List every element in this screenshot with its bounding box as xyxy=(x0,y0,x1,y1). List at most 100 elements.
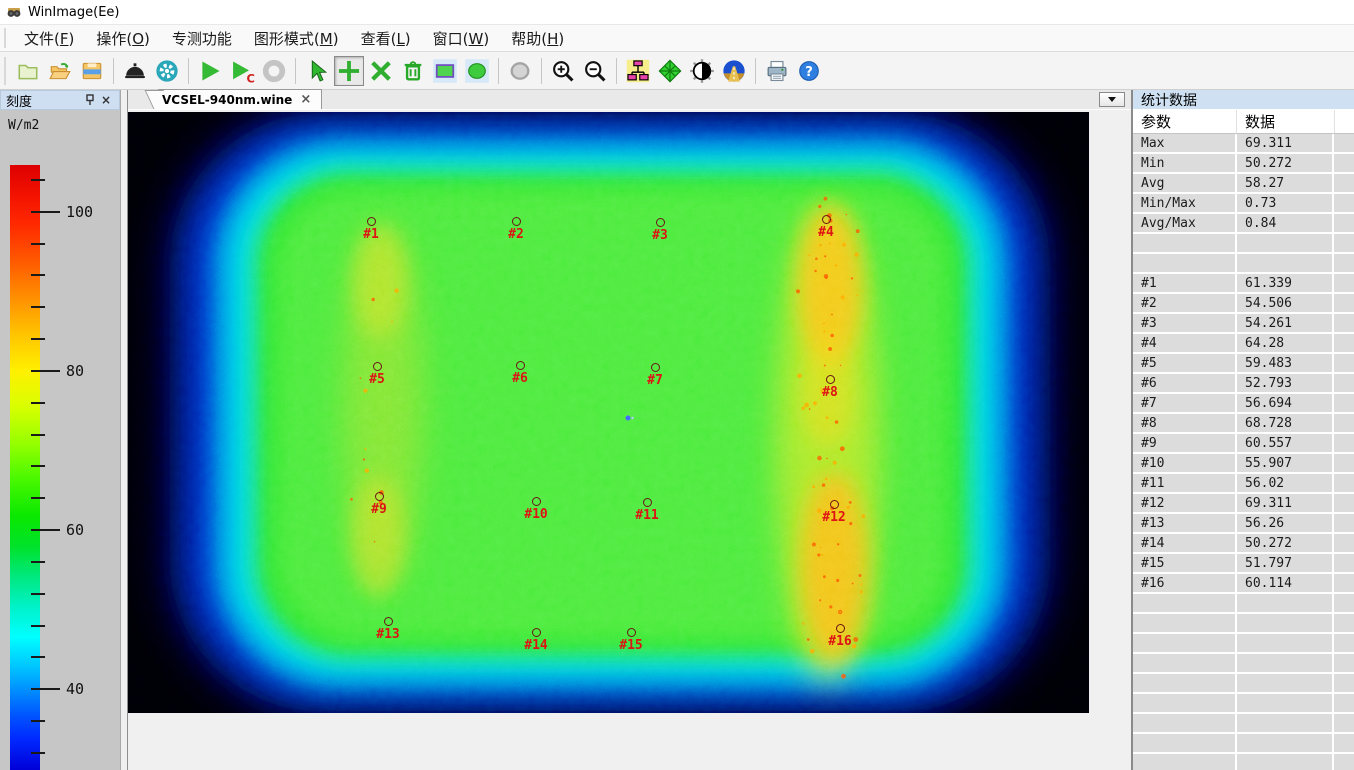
menu-item[interactable]: 帮助(H) xyxy=(500,28,575,49)
stats-value: 68.728 xyxy=(1245,416,1292,431)
panel-splitter[interactable] xyxy=(120,90,128,770)
measure-point-circle[interactable] xyxy=(367,217,376,226)
zoom-out-button[interactable] xyxy=(580,56,610,86)
stats-row xyxy=(1133,634,1354,654)
menu-bar: 文件(F)操作(O)专测功能图形模式(M)查看(L)窗口(W)帮助(H) xyxy=(0,24,1354,52)
stats-value: 56.694 xyxy=(1245,396,1292,411)
stats-value: 64.28 xyxy=(1245,336,1284,351)
menu-item[interactable]: 文件(F) xyxy=(13,28,85,49)
stop-button[interactable] xyxy=(259,56,289,86)
measure-point-circle[interactable] xyxy=(826,375,835,384)
measure-point-circle[interactable] xyxy=(656,218,665,227)
scale-tick xyxy=(31,529,60,531)
zoom-in-button[interactable] xyxy=(548,56,578,86)
add-point-icon xyxy=(336,58,362,84)
stats-value: 61.339 xyxy=(1245,276,1292,291)
measure-point-circle[interactable] xyxy=(532,497,541,506)
stats-row: #1551.797 xyxy=(1133,554,1354,574)
measure-point-circle[interactable] xyxy=(373,362,382,371)
tab-list-dropdown-button[interactable] xyxy=(1099,92,1125,107)
measure-point-circle[interactable] xyxy=(651,363,660,372)
stats-param: #7 xyxy=(1141,396,1157,411)
run-play-button[interactable] xyxy=(195,56,225,86)
measure-point-circle[interactable] xyxy=(836,624,845,633)
ellipse-roi-disabled-button[interactable] xyxy=(505,56,535,86)
stats-row xyxy=(1133,694,1354,714)
help-button[interactable]: ? xyxy=(794,56,824,86)
run-continuous-button[interactable]: C xyxy=(227,56,257,86)
toolbar: C xyxy=(0,52,1354,90)
clear-trash-button[interactable] xyxy=(398,56,428,86)
menu-item[interactable]: 窗口(W) xyxy=(422,28,501,49)
stats-column-header: 参数 数据 xyxy=(1133,110,1354,134)
scale-tick xyxy=(31,338,45,340)
open-file-button[interactable] xyxy=(45,56,75,86)
print-icon xyxy=(764,58,790,84)
window-title: WinImage(Ee) xyxy=(28,5,120,20)
scale-tick-label: 60 xyxy=(66,521,84,539)
tab-close-icon[interactable]: × xyxy=(300,93,311,106)
stats-row: #464.28 xyxy=(1133,334,1354,354)
beam-image[interactable]: #1#2#3#4#5#6#7#8#9#10#11#12#13#14#15#16 xyxy=(128,112,1089,713)
stats-row xyxy=(1133,234,1354,254)
stats-rows: Max69.311Min50.272Avg58.27Min/Max0.73Avg… xyxy=(1133,134,1354,770)
menu-item[interactable]: 查看(L) xyxy=(350,28,422,49)
run-continuous-icon: C xyxy=(228,57,256,85)
help-icon: ? xyxy=(797,59,821,83)
contrast-icon xyxy=(689,58,715,84)
new-file-button[interactable] xyxy=(13,56,43,86)
measure-point-circle[interactable] xyxy=(532,628,541,637)
rect-roi-button[interactable] xyxy=(430,56,460,86)
close-icon[interactable]: × xyxy=(98,93,114,107)
stats-row: #1450.272 xyxy=(1133,534,1354,554)
capture-dome-button[interactable] xyxy=(120,56,150,86)
settings-gear-button[interactable] xyxy=(152,56,182,86)
contrast-button[interactable] xyxy=(687,56,717,86)
menu-item[interactable]: 专测功能 xyxy=(161,28,243,49)
measure-point-circle[interactable] xyxy=(384,617,393,626)
stats-row: #652.793 xyxy=(1133,374,1354,394)
stats-value: 50.272 xyxy=(1245,156,1292,171)
measure-point-circle[interactable] xyxy=(516,361,525,370)
add-point-button[interactable] xyxy=(334,56,364,86)
svg-text:?: ? xyxy=(805,64,813,79)
save-file-button[interactable] xyxy=(77,56,107,86)
stats-panel: 统计数据 参数 数据 Max69.311Min50.272Avg58.27Min… xyxy=(1131,90,1354,770)
stats-row xyxy=(1133,714,1354,734)
capture-dome-icon xyxy=(122,58,148,84)
mesh-diamond-button[interactable] xyxy=(655,56,685,86)
measure-point-label: #10 xyxy=(524,507,547,522)
measure-point-label: #8 xyxy=(822,385,838,400)
stats-value: 54.261 xyxy=(1245,316,1292,331)
analysis-grid-button[interactable] xyxy=(623,56,653,86)
measure-point-circle[interactable] xyxy=(375,492,384,501)
measure-point-circle[interactable] xyxy=(822,215,831,224)
measure-point-circle[interactable] xyxy=(830,500,839,509)
perspective-view-button[interactable] xyxy=(719,56,749,86)
svg-text:C: C xyxy=(246,71,254,85)
stats-row: #1156.02 xyxy=(1133,474,1354,494)
stats-param: #15 xyxy=(1141,556,1164,571)
save-file-icon xyxy=(80,59,104,83)
print-button[interactable] xyxy=(762,56,792,86)
stats-value: 60.114 xyxy=(1245,576,1292,591)
scale-unit-label: W/m2 xyxy=(8,118,39,133)
stats-col-value: 数据 xyxy=(1237,110,1335,133)
measure-point-circle[interactable] xyxy=(627,628,636,637)
measure-point-circle[interactable] xyxy=(512,217,521,226)
measure-point-circle[interactable] xyxy=(643,498,652,507)
run-play-icon xyxy=(196,57,224,85)
document-tab[interactable]: VCSEL-940nm.wine × xyxy=(158,89,322,109)
stats-param: Avg xyxy=(1141,176,1164,191)
menu-item[interactable]: 操作(O) xyxy=(85,28,161,49)
pin-icon[interactable] xyxy=(82,93,98,107)
select-cursor-button[interactable] xyxy=(302,56,332,86)
measure-point-label: #14 xyxy=(524,638,547,653)
stats-row: Min50.272 xyxy=(1133,154,1354,174)
ellipse-roi-button[interactable] xyxy=(462,56,492,86)
delete-point-button[interactable] xyxy=(366,56,396,86)
measure-point-label: #9 xyxy=(371,502,387,517)
clear-trash-icon xyxy=(400,58,426,84)
menu-item[interactable]: 图形模式(M) xyxy=(243,28,350,49)
stats-param: #13 xyxy=(1141,516,1164,531)
